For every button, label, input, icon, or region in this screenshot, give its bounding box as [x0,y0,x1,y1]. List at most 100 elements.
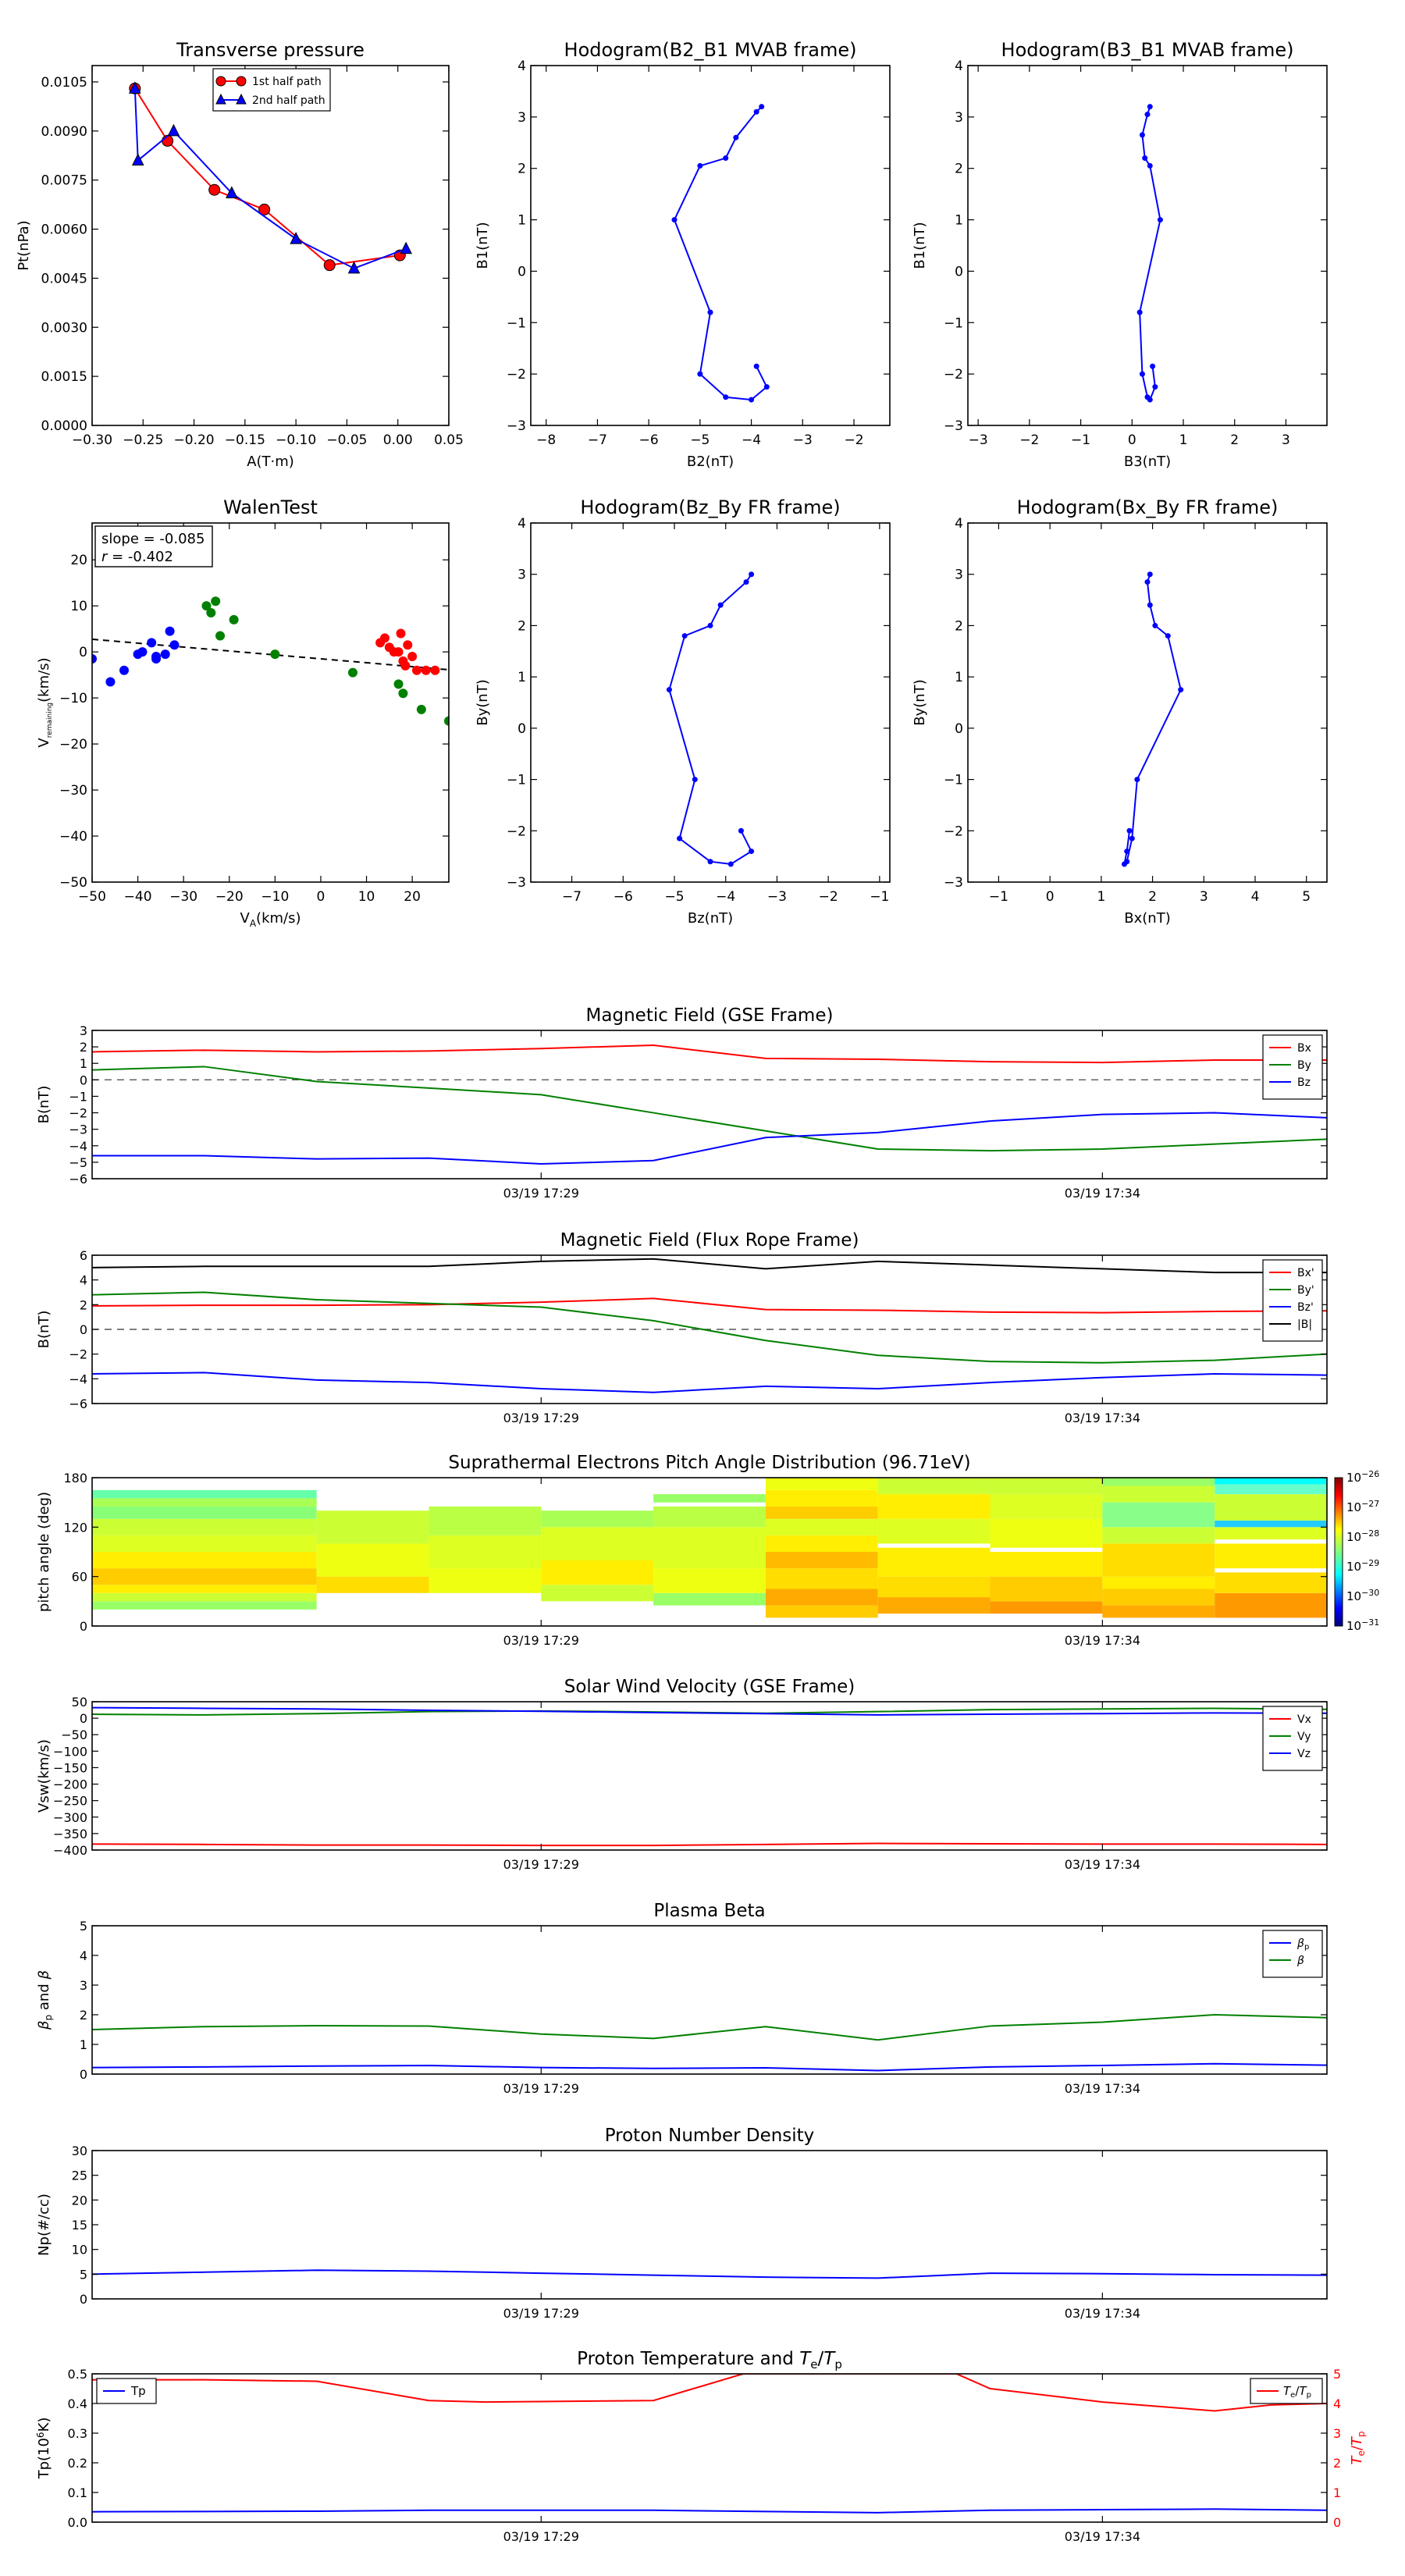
legend-sub: p [1307,2391,1311,2400]
data-point [1134,777,1140,783]
series-line [1139,106,1161,401]
heatmap-cell [92,1552,317,1569]
data-point [147,638,157,648]
heatmap-cell [1215,1527,1327,1540]
y-tick-label: 3 [80,1023,87,1038]
data-point [1152,622,1158,628]
data-point [151,653,162,664]
heatmap-cell [653,1494,766,1503]
heatmap-cell [990,1576,1103,1602]
data-point [105,677,116,687]
plot-area [666,571,755,867]
y-axis-label: Vsw(km/s) [36,1739,52,1813]
y-tick-label: −150 [53,1760,87,1775]
data-point [671,217,678,223]
heatmap-cell [1102,1527,1215,1544]
x-tick-label: 0 [1128,432,1136,448]
plot-area [92,2013,1327,2072]
x-tick-label: −4 [742,432,761,448]
legend-label: Vz [1297,1748,1311,1760]
heatmap-cell [1102,1589,1215,1606]
heatmap-cell [765,1489,878,1507]
y-tick-label: −3 [944,875,963,891]
data-point [749,397,755,403]
x-tick-label: 5 [1302,889,1311,905]
y-axis-label: B1(nT) [475,222,491,269]
x-tick-label: 20 [404,889,421,905]
y-tick-label: 3 [955,568,963,583]
chart-title: Suprathermal Electrons Pitch Angle Distr… [448,1453,970,1473]
data-point [1147,162,1153,169]
heatmap-cell [92,1498,317,1507]
x-tick-label: −5 [664,889,684,905]
data-point [759,104,765,110]
annotation-r-value: = -0.402 [107,549,173,565]
y-tick-label: −30 [59,783,87,799]
x-tick-label: −3 [969,432,988,448]
data-point [1147,571,1153,578]
heatmap-cell [765,1552,878,1569]
y-axis-label: Np(#/cc) [36,2194,52,2256]
x-tick-label: −10 [261,889,289,905]
heatmap-cell [765,1589,878,1606]
y-axis-label: pitch angle (deg) [36,1492,52,1612]
data-point [400,241,412,254]
x-tick-label: 03/19 17:29 [503,1186,579,1201]
heatmap-cell [92,1592,317,1602]
annotation-r: r = -0.402 [101,549,173,565]
data-point [208,183,221,196]
y-tick-label: −2 [69,1106,87,1121]
x-tick-label: −2 [1019,432,1039,448]
colorbar-tick-exp: −31 [1361,1617,1379,1628]
heatmap-cell [653,1568,766,1593]
chart-title: Hodogram(B2_B1 MVAB frame) [564,39,857,61]
y-tick-label: 2 [80,1040,87,1055]
data-point [723,394,729,400]
x-tick-label: 03/19 17:34 [1065,1186,1140,1201]
y-axis-label-sub: p [43,2015,54,2021]
data-point [400,660,411,671]
colorbar [1334,1477,1343,1627]
y-tick-label: −6 [69,1397,87,1411]
x-tick-label: 1 [1179,432,1188,448]
y-tick-label: −100 [53,1744,87,1759]
chart-title: Proton Temperature and Te/Tp [577,2349,842,2371]
axes-frame [91,1701,1328,1851]
data-point [1139,371,1145,377]
x-tick-label: −1 [1071,432,1090,448]
y-tick-label: −2 [507,367,526,382]
series-line [92,2062,1327,2072]
axes-frame [91,65,450,426]
y-tick-label: 4 [518,516,526,532]
x-tick-label: −50 [78,889,106,905]
y-tick-label: −3 [944,418,963,434]
y-axis-label: By(nT) [475,679,491,725]
chart-np: Proton Number Density 0 5 10 15 20 25 30 03/19 1… [36,2126,1328,2321]
heatmap-cell [92,1518,317,1535]
legend-label: 2nd half path [252,94,325,107]
y-tick-label: 0.4 [68,2396,87,2411]
data-point [1121,861,1127,867]
data-point [206,608,216,617]
data-point [749,571,755,578]
heatmap-cell [765,1506,878,1519]
x-tick-label: 0.00 [383,432,413,448]
y-axis-label: Pt(nPa) [16,220,32,270]
y-tick-label: 2 [955,162,963,177]
series-line [92,1044,1327,1064]
data-point [430,665,440,675]
y-tick-label: −1 [507,315,526,331]
chart-beta: Plasma Beta 0 1 2 3 4 5 03/19 17:29 03/19 17:34 β… [36,1901,1328,2096]
heatmap-cell [877,1518,991,1544]
y-tick-label: −400 [53,1843,87,1858]
y-tick-label: 0 [80,1073,87,1087]
y-tick-label: 0.0105 [41,75,87,91]
y-tick-label: −6 [69,1172,87,1187]
y-tick-label: 10 [70,599,87,614]
axes-frame [530,522,891,883]
y-tick-label: −200 [53,1777,87,1792]
x-tick-label: 03/19 17:34 [1065,1857,1140,1872]
legend-beta: β [1297,1955,1304,1967]
x-tick-label: 03/19 17:34 [1065,1633,1140,1648]
heatmap-cell [1102,1478,1215,1486]
